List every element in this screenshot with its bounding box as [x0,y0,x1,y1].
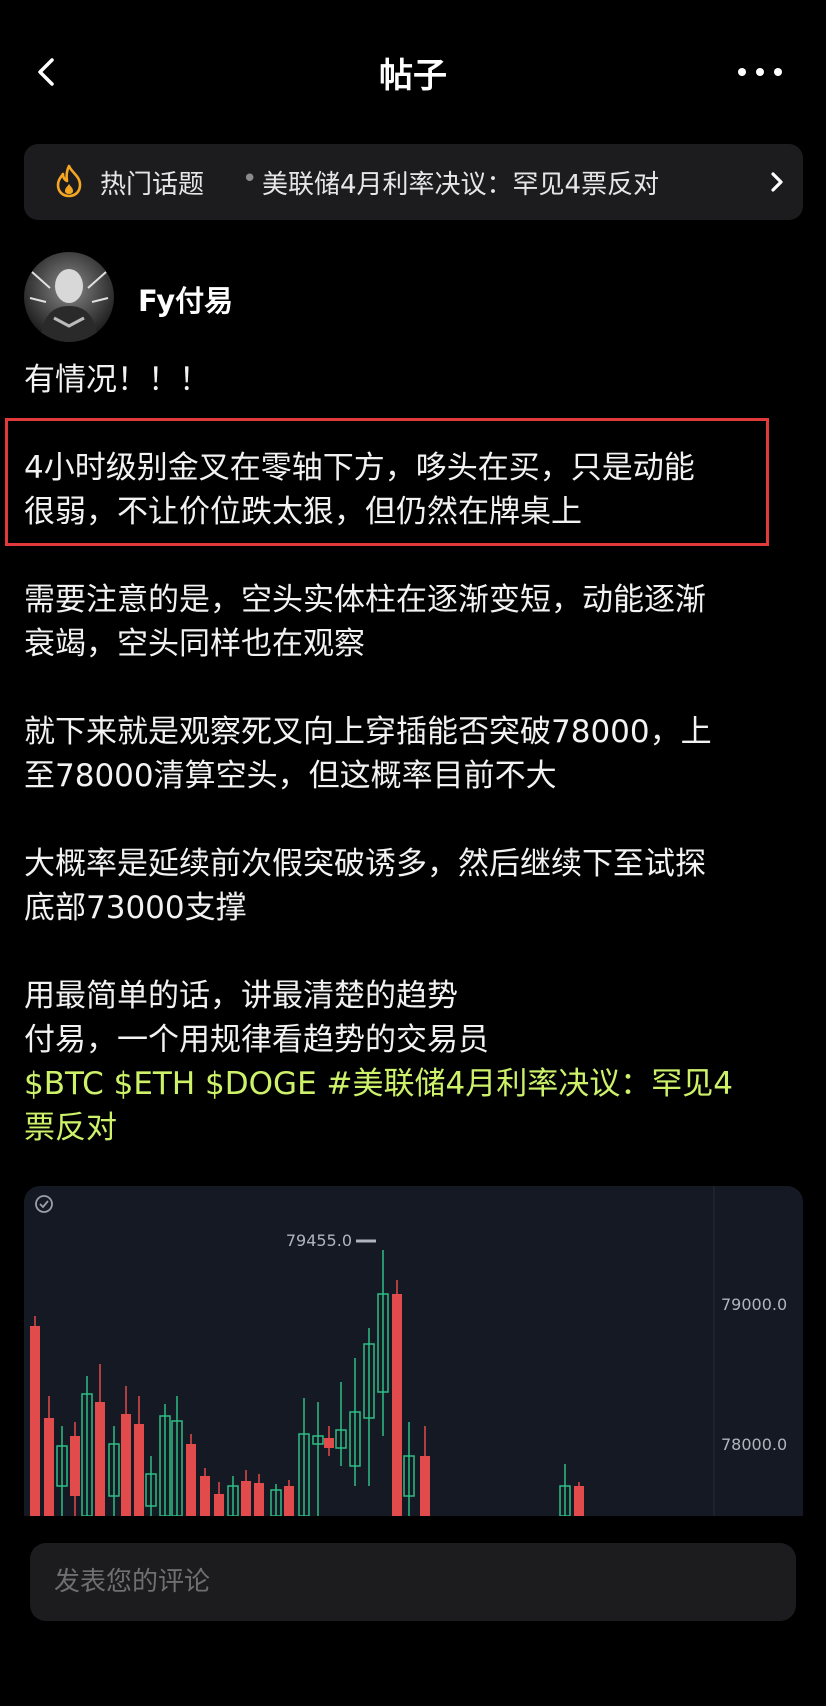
post-line: 衰竭，空头同样也在观察 [24,626,365,662]
candle-body [284,1486,294,1516]
candle-body [121,1414,131,1516]
post-line: 底部73000支撑 [24,890,247,926]
comment-bar [0,1516,826,1706]
chart-settings-icon[interactable] [35,1195,53,1213]
post-line: 4小时级别金叉在零轴下方，哆头在买，只是动能 [24,450,695,486]
hashtag-line: $BTC $ETH $DOGE #美联储4月利率决议：罕见4 [24,1062,804,1106]
candlestick-chart[interactable]: 79455.0 79000.0 78000.0 [24,1186,803,1516]
candle-body [134,1424,144,1516]
candle-body [30,1326,40,1516]
candle-body [241,1481,251,1516]
candle-body [44,1418,54,1516]
avatar[interactable] [24,252,114,342]
ticker-tag-btc[interactable]: $BTC [24,1066,104,1102]
y-tick-label: 78000.0 [721,1435,787,1454]
post-line: 用最简单的话，讲最清楚的趋势 [24,978,458,1014]
post-line: 很弱，不让价位跌太狠，但仍然在牌桌上 [24,494,582,530]
post-line: 付易，一个用规律看趋势的交易员 [24,1022,489,1058]
candle-body [70,1436,80,1496]
comment-input[interactable] [30,1543,796,1621]
high-price-label: 79455.0 [286,1231,352,1250]
hot-topic-banner[interactable]: 热门话题 • 美联储4月利率决议：罕见4票反对 [24,144,803,220]
page-title: 帖子 [379,56,447,96]
chart-canvas: 79455.0 79000.0 78000.0 [30,1186,787,1516]
post-line: 大概率是延续前次假突破诱多，然后继续下至试探 [24,846,706,882]
fire-icon [54,164,84,198]
candle-body [574,1486,584,1516]
post-line: 就下来就是观察死叉向上穿插能否突破78000，上 [24,714,712,750]
ticker-tag-eth[interactable]: $ETH [114,1066,196,1102]
author-name[interactable]: Fy付易 [138,278,233,320]
candle-body [95,1402,105,1516]
post-content: 有情况！！！ 4小时级别金叉在零轴下方，哆头在买，只是动能 很弱，不让价位跌太狠… [24,358,804,1150]
candle-body [324,1438,334,1448]
candle-body [214,1494,224,1516]
topic-hashtag[interactable]: #美联储4月利率决议：罕见4 [327,1066,733,1102]
separator-dot: • [242,164,258,194]
ticker-tag-doge[interactable]: $DOGE [205,1066,317,1102]
candle-body [420,1456,430,1516]
hot-topic-label: 热门话题 [100,170,205,200]
candle-body [392,1294,402,1516]
post-line: 有情况！！！ [24,362,210,398]
chevron-right-icon [764,168,790,196]
candle-body [186,1444,196,1516]
y-tick-label: 79000.0 [721,1295,787,1314]
post-line: 需要注意的是，空头实体柱在逐渐变短，动能逐渐 [24,582,706,618]
candle-body [254,1483,264,1516]
topic-hashtag-continued[interactable]: 票反对 [24,1106,804,1150]
more-options-icon[interactable] [732,52,788,92]
candle-body [200,1476,210,1516]
post-line: 至78000清算空头，但这概率目前不大 [24,758,557,794]
topic-title: 美联储4月利率决议：罕见4票反对 [262,170,660,200]
top-nav-bar: 帖子 [0,0,826,140]
